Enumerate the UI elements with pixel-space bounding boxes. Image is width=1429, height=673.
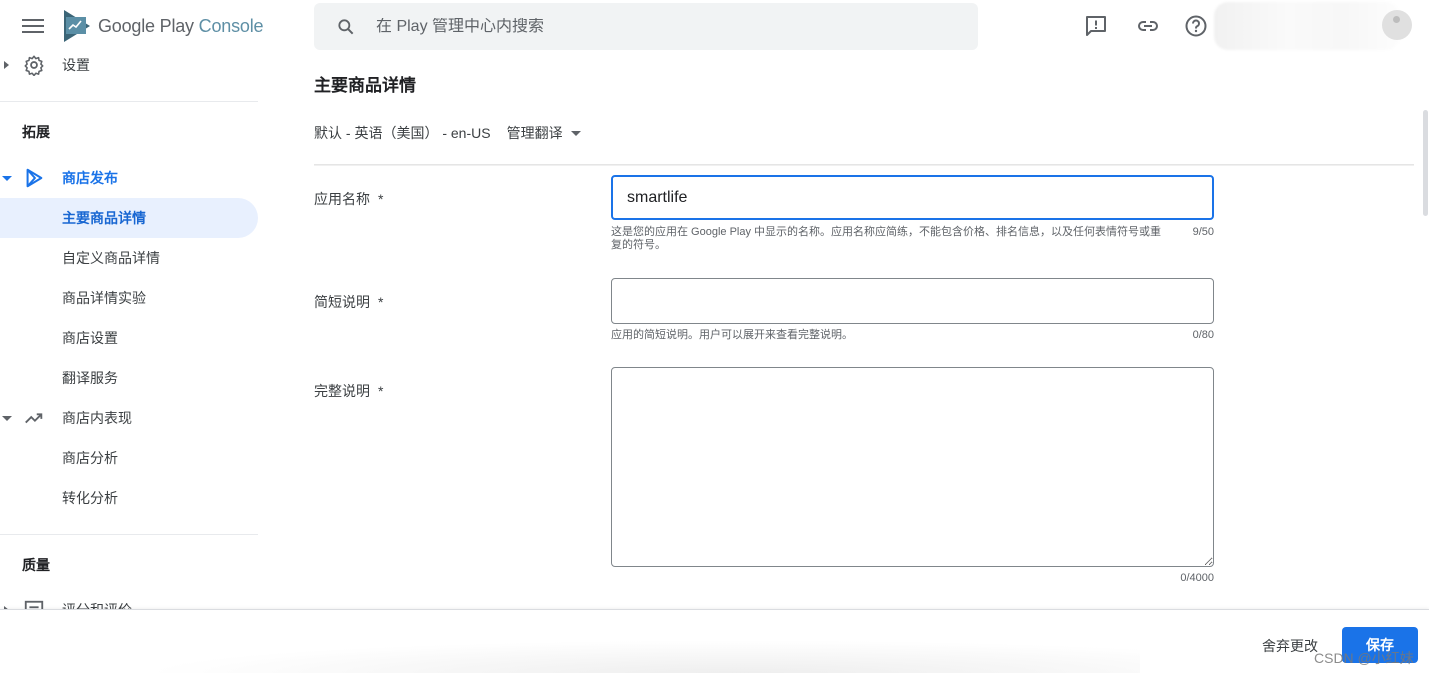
search-icon: [338, 18, 354, 34]
sidebar-item-store-settings[interactable]: 商店设置: [0, 318, 258, 358]
app-name-label: 应用名称 *: [314, 191, 384, 207]
short-description-hint: 应用的简短说明。用户可以展开来查看完整说明。: [611, 329, 853, 341]
sidebar-item-conversion-analysis[interactable]: 转化分析: [0, 478, 258, 518]
full-description-counter: 0/4000: [1180, 572, 1214, 584]
menu-icon[interactable]: [22, 16, 44, 36]
page-title: 主要商品详情: [314, 76, 416, 95]
sidebar-item-store-presence[interactable]: 商店发布: [0, 158, 258, 198]
sidebar-item-main-store-listing[interactable]: 主要商品详情: [0, 198, 258, 238]
search-bar[interactable]: [314, 3, 978, 50]
full-description-textarea[interactable]: [611, 367, 1214, 567]
section-divider: [314, 164, 1414, 166]
save-button[interactable]: 保存: [1342, 627, 1418, 663]
app-name-hint: 这是您的应用在 Google Play 中显示的名称。应用名称应简练，不能包含价…: [611, 226, 1162, 251]
trending-up-icon: [25, 413, 43, 424]
footer-shadow: [140, 640, 1140, 673]
dropdown-arrow-icon: [570, 130, 581, 136]
top-app-bar: Google Play Console: [0, 0, 1429, 54]
expand-caret-icon: [4, 61, 9, 69]
short-description-counter: 0/80: [1192, 329, 1214, 341]
app-name-counter: 9/50: [1192, 226, 1214, 238]
sidebar-item-store-analysis[interactable]: 商店分析: [0, 438, 258, 478]
current-language: 默认 - 英语（美国） - en-US: [314, 125, 491, 141]
collapse-caret-icon: [2, 415, 12, 421]
link-icon[interactable]: [1136, 14, 1160, 38]
app-name-input[interactable]: [611, 175, 1214, 220]
short-description-input[interactable]: [611, 278, 1214, 324]
sidebar-item-custom-store-listings[interactable]: 自定义商品详情: [0, 238, 258, 278]
collapse-caret-icon: [2, 175, 12, 181]
sidebar-item-translation-service[interactable]: 翻译服务: [0, 358, 258, 398]
feedback-icon[interactable]: [1084, 14, 1108, 38]
gear-icon: [24, 55, 44, 76]
footer-action-bar: 舍弃更改 保存 CSDN @小红妹: [0, 609, 1429, 673]
app-logo[interactable]: Google Play Console: [62, 10, 264, 42]
sidebar-item-store-listing-experiments[interactable]: 商品详情实验: [0, 278, 258, 318]
sidebar-item-settings[interactable]: 设置: [0, 54, 258, 85]
sidebar-nav: 设置 拓展 商店发布 主要商品详情 自定义商品详情 商品详情实验 商店设置 翻译…: [0, 54, 260, 610]
sidebar-item-store-performance[interactable]: 商店内表现: [0, 398, 258, 438]
divider: [0, 101, 258, 102]
short-description-label: 简短说明 *: [314, 294, 384, 310]
full-description-label: 完整说明 *: [314, 383, 384, 399]
manage-translations-dropdown[interactable]: 管理翻译: [507, 123, 581, 143]
account-info-redacted: [1214, 2, 1400, 50]
section-title-grow: 拓展: [22, 124, 50, 140]
search-input[interactable]: [376, 17, 936, 36]
play-console-logo-icon: [64, 10, 90, 42]
language-bar: 默认 - 英语（美国） - en-US 管理翻译: [314, 123, 581, 143]
play-store-icon: [26, 168, 43, 188]
section-title-quality: 质量: [22, 557, 50, 573]
sidebar-item-ratings-reviews[interactable]: 评分和评价: [0, 590, 258, 610]
divider: [0, 534, 258, 535]
help-icon[interactable]: [1184, 14, 1208, 38]
logo-text: Google Play Console: [98, 15, 264, 36]
content-scrollbar[interactable]: [1423, 110, 1428, 216]
discard-changes-button[interactable]: 舍弃更改: [1262, 636, 1318, 656]
account-avatar[interactable]: [1382, 10, 1412, 40]
